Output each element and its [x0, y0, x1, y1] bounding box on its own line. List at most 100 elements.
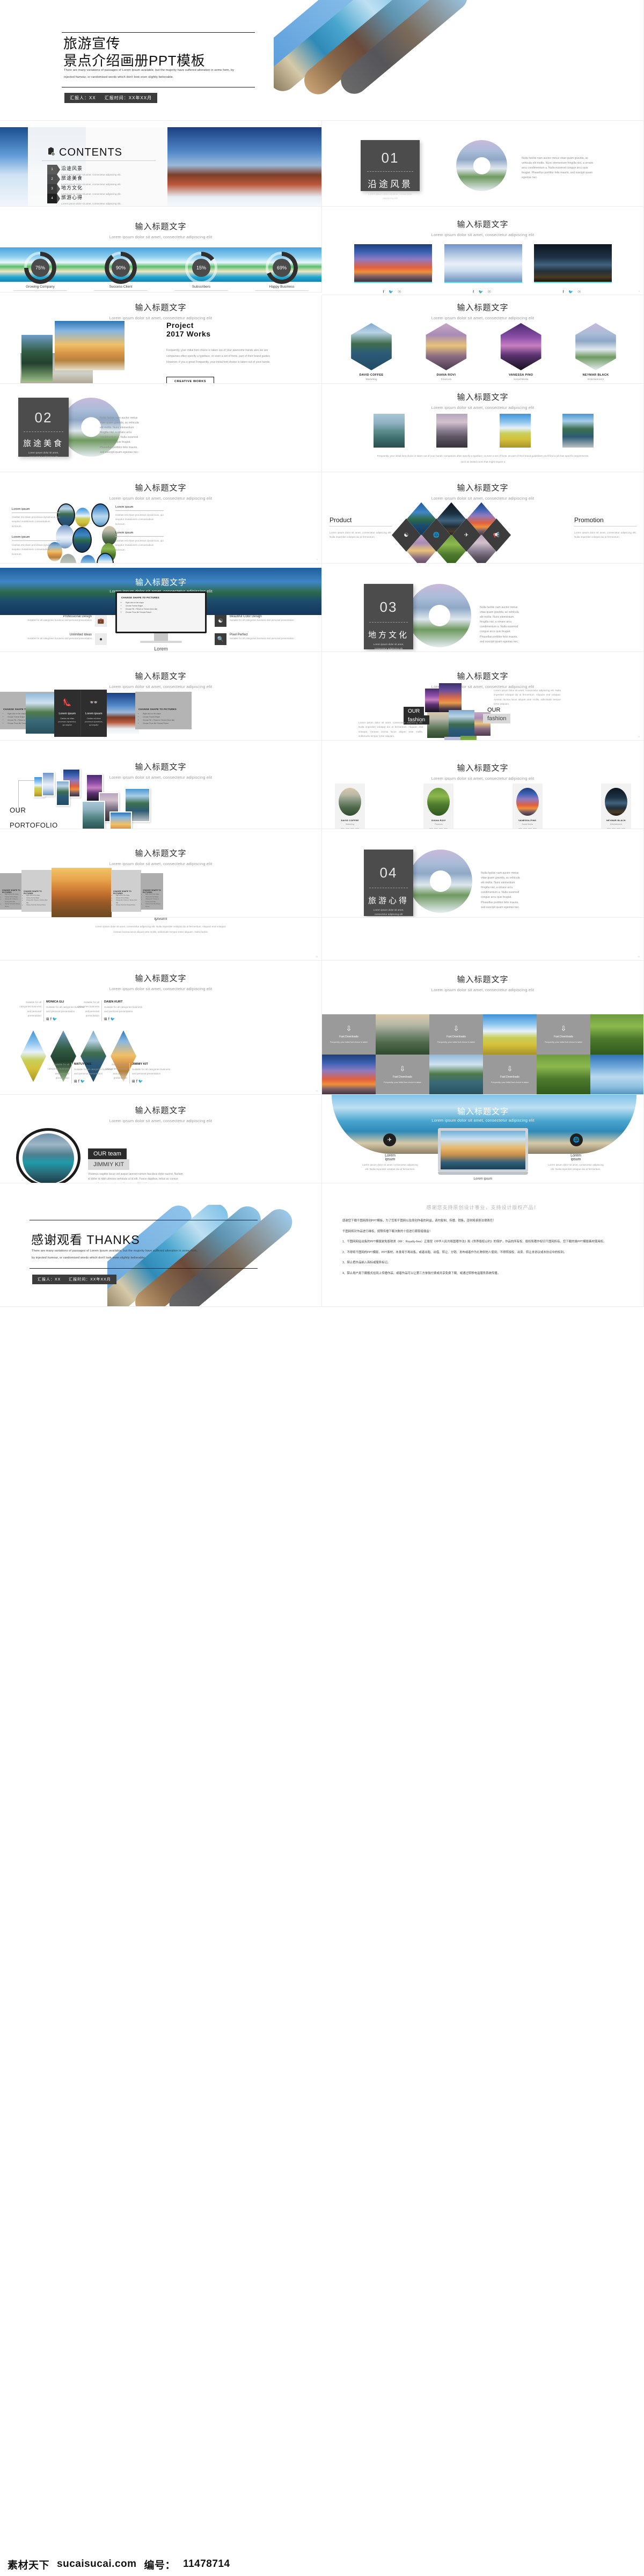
slide-thanks[interactable]: 感谢观看 THANKS There are many variations of…: [0, 1183, 322, 1307]
slide-strip-4[interactable]: 输入标题文字 Lorem ipsum dolor sit amet, conse…: [322, 384, 644, 472]
facebook-icon[interactable]: f: [108, 1018, 109, 1021]
monitor-feature-right-1[interactable]: ☯ Beautiful Color Design Suitable for al…: [215, 615, 317, 627]
donut-3[interactable]: 69%: [266, 252, 298, 284]
linkedin-icon[interactable]: ⊞: [46, 1018, 49, 1021]
monitor-feature-right-2[interactable]: 🔍 Pixel Perfect Suitable for all categor…: [215, 633, 317, 645]
gallery3-card-2[interactable]: f 🐦 ☉: [444, 244, 522, 295]
teamhex-member-4[interactable]: NEYMAR BLACK Entertainment 🐦 f g in: [571, 323, 620, 383]
facebook-icon[interactable]: f: [78, 1080, 79, 1084]
slide-diamond-team[interactable]: 输入标题文字 Lorem ipsum dolor sit amet, conse…: [0, 961, 322, 1095]
instagram-icon[interactable]: ☉: [488, 290, 491, 294]
facebook-icon[interactable]: f: [50, 1018, 52, 1021]
pp-left-block: Product Lorem ipsum dolor sit amet, cons…: [330, 516, 392, 540]
teamcards-card-3[interactable]: VANESSA PINO Social Media 🐦 f g in: [512, 784, 543, 829]
box3d-front[interactable]: 👠 Lorem ipsum Claritas est etiam process…: [54, 690, 107, 737]
slide-stats[interactable]: 输入标题文字 Lorem ipsum dolor sit amet, conse…: [0, 207, 322, 292]
box3d-face-2[interactable]: 👓 Lorem ipsum Claritas est etiam process…: [80, 690, 107, 737]
slide-team-cards[interactable]: 输入标题文字 Lorem ipsum dolor sit amet, conse…: [322, 741, 644, 829]
mosaic-tile-2[interactable]: ⇩ Fast Downloads Frequently, your initia…: [429, 1014, 483, 1055]
slide-team-hex[interactable]: 输入标题文字 Lorem ipsum dolor sit amet, conse…: [322, 295, 644, 384]
slide-colosseum[interactable]: 输入标题文字 Lorem ipsum dolor sit amet, conse…: [0, 829, 322, 918]
facebook-icon[interactable]: f: [383, 290, 384, 294]
slide-monitor[interactable]: 输入标题文字 Lorem ipsum dolor sit amet, conse…: [0, 564, 322, 652]
portfolio-photo-9[interactable]: [109, 811, 132, 829]
portfolio-photo-4[interactable]: [56, 780, 70, 806]
slide-laptop[interactable]: 输入标题文字 Lorem ipsum dolor sit amet, conse…: [322, 1095, 644, 1183]
slide-section-03[interactable]: 03 地方文化 Lorem ipsum dolor sit amet, cons…: [322, 564, 644, 652]
slide-section-02[interactable]: 02 旅途美食 Lorem ipsum dolor sit amet, cons…: [0, 384, 322, 472]
donut-0[interactable]: 75%: [24, 252, 56, 284]
teamhex-member-1[interactable]: DAVID COFFEE Marketing 🐦 f g in: [347, 323, 396, 383]
portfolio-photo-2[interactable]: [42, 772, 55, 796]
slide-section-04[interactable]: 04 旅游心得 Lorem ipsum dolor sit amet, cons…: [322, 829, 644, 918]
colosseum-panel-4: CHANGE SHAPE TO PICTURES Right click on …: [141, 873, 163, 910]
facebook-icon[interactable]: f: [473, 290, 474, 294]
cluster-photo-2[interactable]: [75, 508, 90, 527]
ourteam-name: JIMMIY KIT: [88, 1159, 130, 1170]
teamcards-card-4[interactable]: NEYMAR BLACK Entertainment 🐦 f g in: [601, 784, 631, 829]
donut-1[interactable]: 90%: [105, 252, 137, 284]
gallery3-card-3[interactable]: f 🐦 ☉: [534, 244, 612, 295]
gallery3-card-1-social[interactable]: f 🐦 ☉: [354, 286, 432, 295]
slide-cluster[interactable]: 输入标题文字 Lorem ipsum dolor sit amet, conse…: [0, 472, 322, 564]
donut-2[interactable]: 15%: [185, 252, 217, 284]
monitor-feature-left-2[interactable]: Unlimited Ideas Suitable for all categor…: [8, 633, 107, 645]
pp-subtitle: Lorem ipsum dolor sit amet, consectetur …: [431, 496, 535, 501]
slide-contents[interactable]: CONTENTS 1 沿途风景 Lorem ipsum dolor sit am…: [0, 121, 322, 207]
slide-cover[interactable]: 旅游宣传 景点介绍画册PPT模板 There are many variatio…: [0, 0, 644, 121]
pp-title: 输入标题文字: [457, 484, 509, 493]
box3d-face-1[interactable]: 👠 Lorem ipsum Claritas est etiam process…: [54, 690, 80, 737]
twitter-icon[interactable]: 🐦: [568, 290, 573, 294]
slide-portfolio[interactable]: 输入标题文字 Lorem ipsum dolor sit amet, conse…: [0, 741, 322, 829]
dteam-photo-1[interactable]: [20, 1030, 46, 1082]
mosaic-tile-1[interactable]: ⇩ Fast Downloads Frequently, your initia…: [322, 1014, 376, 1055]
strip4-photo-1[interactable]: [374, 414, 405, 448]
strip4-photo-4[interactable]: [562, 414, 594, 448]
twitter-icon[interactable]: 🐦: [138, 1080, 143, 1084]
strip4-photo-2[interactable]: [436, 414, 468, 448]
linkedin-icon[interactable]: ⊞: [74, 1080, 77, 1084]
cluster-photo-6[interactable]: [72, 527, 92, 553]
twitter-icon[interactable]: 🐦: [111, 1018, 115, 1021]
facebook-icon[interactable]: f: [563, 290, 564, 294]
cluster-photo-10[interactable]: [80, 555, 96, 563]
slide-product-promotion[interactable]: 输入标题文字 Lorem ipsum dolor sit amet, conse…: [322, 472, 644, 564]
twitter-icon[interactable]: 🐦: [53, 1018, 57, 1021]
slide-box-3d[interactable]: 输入标题文字 Lorem ipsum dolor sit amet, conse…: [0, 652, 322, 741]
monitor-center-line1: Lorem: [154, 646, 168, 652]
slide-section-01[interactable]: 01 沿途风景 Lorem ipsum dolor sit amet, cons…: [322, 121, 644, 207]
teamcards-card-1[interactable]: DAVID COFFEE Marketing 🐦 f g in: [335, 784, 365, 829]
teamhex-member-2[interactable]: DIANA ROVI Finances 🐦 f g in: [421, 323, 471, 383]
twitter-icon[interactable]: 🐦: [80, 1080, 85, 1084]
slide-fashion[interactable]: 输入标题文字 Lorem ipsum dolor sit amet, conse…: [322, 652, 644, 741]
twitter-icon[interactable]: 🐦: [389, 290, 393, 294]
instagram-icon[interactable]: ☉: [577, 290, 581, 294]
creative-works-button[interactable]: CREATIVE WORKS: [166, 376, 215, 383]
portfolio-photo-8[interactable]: [82, 801, 105, 829]
twitter-icon[interactable]: 🐦: [478, 290, 483, 294]
slide-project[interactable]: 输入标题文字 Lorem ipsum dolor sit amet, conse…: [0, 295, 322, 384]
teamhex-member-3[interactable]: VANESSA PINO Social Media 🐦 f g in: [496, 323, 546, 383]
cluster-photo-3[interactable]: [91, 503, 109, 527]
gallery3-card-1[interactable]: f 🐦 ☉: [354, 244, 432, 295]
mosaic-tile-4[interactable]: ⇩ Fast Downloads Frequently, your initia…: [376, 1055, 429, 1094]
monitor-feature-left-1[interactable]: Professional Design Suitable for all cat…: [8, 615, 107, 627]
paper-plane-icon[interactable]: ✈: [383, 1133, 396, 1146]
gallery3-card-3-social[interactable]: f 🐦 ☉: [534, 286, 612, 295]
linkedin-icon[interactable]: ⊞: [132, 1080, 135, 1084]
cluster-photo-9[interactable]: [60, 554, 76, 563]
slide-gallery-3[interactable]: 输入标题文字 Lorem ipsum dolor sit amet, conse…: [322, 207, 644, 295]
mosaic-tile-3[interactable]: ⇩ Fast Downloads Frequently, your initia…: [537, 1014, 590, 1055]
instagram-icon[interactable]: ☉: [398, 290, 401, 294]
teamcards-card-2[interactable]: DIANA ROVI Finances 🐦 f g in: [423, 784, 454, 829]
linkedin-icon[interactable]: ⊞: [104, 1018, 107, 1021]
slide-our-team[interactable]: 输入标题文字 Lorem ipsum dolor sit amet, conse…: [0, 1095, 322, 1183]
gallery3-card-2-social[interactable]: f 🐦 ☉: [444, 286, 522, 295]
strip4-photo-3[interactable]: [499, 414, 531, 448]
mosaic-tile-5[interactable]: ⇩ Fast Downloads Frequently, your initia…: [483, 1055, 537, 1094]
globe-icon[interactable]: 🌐: [570, 1133, 583, 1146]
contents-item-4[interactable]: 4 旅游心得 Lorem ipsum dolor sit amet, conse…: [47, 194, 161, 206]
cluster-photo-4[interactable]: [102, 526, 117, 545]
slide-mosaic[interactable]: 输入标题文字 Lorem ipsum dolor sit amet, conse…: [322, 961, 644, 1095]
facebook-icon[interactable]: f: [136, 1080, 137, 1084]
